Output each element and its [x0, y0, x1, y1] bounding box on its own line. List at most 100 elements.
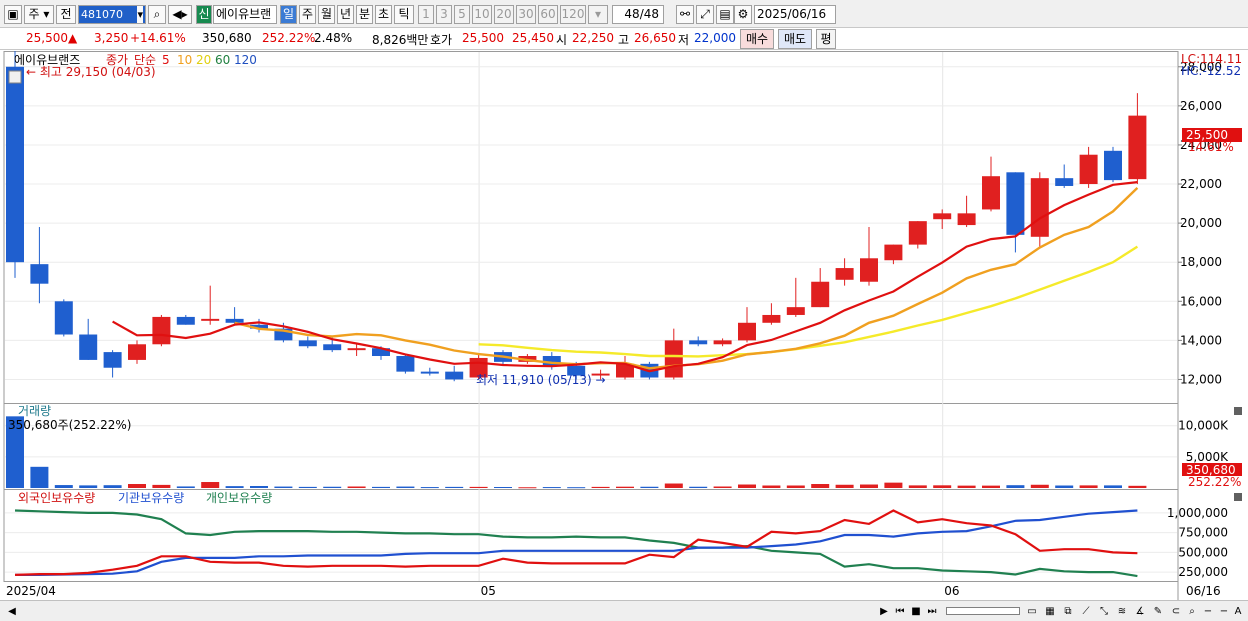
volume-bar	[201, 482, 220, 488]
candle	[689, 340, 708, 345]
chart-area[interactable]: 28,00026,00024,00022,00020,00018,00016,0…	[0, 51, 1248, 600]
volume-ratio: 252.22%	[262, 31, 316, 45]
scroll-bar[interactable]: ◀ ▶ ⏮ ■ ⏭ ▭ ▦ ⧉ ⟋ ⤡ ≋ ∡ ✎ ⊂ ⌕ − − A	[0, 600, 1248, 621]
period-second-button[interactable]: 초	[375, 5, 392, 24]
interval-1-button[interactable]: 1	[418, 5, 434, 24]
fib-tool-icon[interactable]: ≋	[1114, 604, 1130, 619]
candle	[835, 268, 854, 280]
counter-field[interactable]: 48/48	[612, 5, 664, 24]
volume-bar	[323, 486, 342, 488]
volume-bar	[1006, 485, 1025, 488]
layout-icon[interactable]: ▦	[1042, 604, 1058, 619]
volume-bar	[908, 485, 927, 488]
interval-10-button[interactable]: 10	[472, 5, 492, 24]
interval-20-button[interactable]: 20	[494, 5, 514, 24]
price-change-pct: +14.61%	[130, 31, 186, 45]
volume-bar	[567, 487, 586, 489]
candle	[323, 344, 342, 351]
volume-bar	[176, 486, 195, 488]
magnet-icon[interactable]: ⊂	[1168, 604, 1184, 619]
period-day-button[interactable]: 일	[280, 5, 297, 24]
interval-5-button[interactable]: 5	[454, 5, 470, 24]
legend-ma5: 5	[162, 53, 170, 67]
legend-ma20: 20	[196, 53, 211, 67]
volume-close-icon[interactable]	[1234, 407, 1242, 415]
price-tick-label: 22,000	[1180, 177, 1222, 191]
up-triangle-icon: ▲	[68, 31, 78, 45]
volume-bar	[933, 485, 952, 488]
stock-name-field[interactable]: 에이유브랜	[213, 5, 277, 24]
volume-bar	[664, 483, 683, 488]
copy-icon[interactable]: ⧉	[1060, 604, 1076, 619]
period-week-button[interactable]: 주	[299, 5, 316, 24]
rewind-icon[interactable]: ⏮	[892, 604, 908, 619]
holdings-close-icon[interactable]	[1234, 493, 1242, 501]
counter-total: /48	[639, 7, 659, 21]
price-tick-label: 12,000	[1180, 372, 1222, 386]
scroll-right-icon[interactable]: ▶	[876, 604, 892, 619]
period-minute-button[interactable]: 분	[356, 5, 373, 24]
stock-code-input[interactable]: 481070 ▾	[78, 5, 146, 24]
trend-tool-icon[interactable]: ⤡	[1096, 604, 1112, 619]
low-label: 저	[678, 33, 690, 47]
scroll-left-icon[interactable]: ◀	[4, 604, 20, 619]
zoom-slider[interactable]	[946, 607, 1020, 615]
buy-button[interactable]: 매수	[740, 29, 774, 49]
volume-bar	[274, 486, 293, 488]
interval-dropdown[interactable]: ▾	[588, 5, 608, 24]
volume-bar	[469, 486, 488, 488]
window-icon[interactable]: ▣	[4, 5, 22, 24]
interval-3-button[interactable]: 3	[436, 5, 452, 24]
speaker-icon[interactable]: ◀▸	[168, 5, 192, 24]
volume-tick-label: 5,000K	[1186, 450, 1229, 464]
candle	[176, 316, 195, 325]
market-select[interactable]: 주 ▾	[24, 5, 54, 24]
volume-bar	[689, 486, 708, 488]
gear-icon[interactable]: ⚙	[734, 5, 752, 24]
chevron-down-icon[interactable]: ▾	[137, 6, 143, 23]
period-month-button[interactable]: 월	[318, 5, 335, 24]
crosshair-icon[interactable]: ⤢	[696, 5, 714, 24]
save-icon[interactable]: ▤	[716, 5, 734, 24]
prev-button[interactable]: 전	[56, 5, 76, 24]
low-marker-text: 최저 11,910 (05/13)	[476, 373, 592, 387]
x-label: 2025/04	[6, 584, 56, 598]
legend-individual: 개인보유수량	[206, 491, 272, 505]
interval-30-button[interactable]: 30	[516, 5, 536, 24]
quote-bar: 25,500 ▲ 3,250 +14.61% 350,680 252.22% 2…	[0, 28, 1248, 50]
forward-icon[interactable]: ⏭	[924, 604, 940, 619]
price-change: 3,250	[94, 31, 129, 45]
volume-bar	[738, 484, 756, 488]
search-icon[interactable]: ⌕	[148, 5, 166, 24]
period-tick-button[interactable]: 틱	[394, 5, 414, 24]
chevron-down-icon: ▾	[594, 7, 602, 21]
volume-current: 350,680주(252.22%)	[8, 418, 131, 432]
stop-icon[interactable]: ■	[908, 604, 924, 619]
volume-bar	[640, 486, 659, 488]
drawing-tool-icon[interactable]: ▭	[1024, 604, 1040, 619]
volume-bar	[1055, 485, 1074, 488]
binoculars-icon[interactable]: ⚯	[676, 5, 694, 24]
line-tool-icon[interactable]: ⟋	[1078, 604, 1094, 619]
date-field[interactable]: 2025/06/16	[754, 5, 836, 24]
interval-60-button[interactable]: 60	[538, 5, 558, 24]
volume-bar	[396, 486, 415, 488]
last-volume-pct: 252.22%	[1188, 475, 1241, 489]
volume-bar	[811, 484, 830, 488]
font-size-icon[interactable]: A	[1230, 604, 1246, 619]
eval-button[interactable]: 평	[816, 29, 836, 49]
zoom-icon[interactable]: ⌕	[1184, 604, 1200, 619]
volume-bar	[54, 485, 73, 488]
interval-120-button[interactable]: 120	[560, 5, 586, 24]
volume-bar	[1079, 485, 1098, 488]
candle	[1128, 115, 1147, 180]
volume-bar	[616, 486, 634, 488]
legend-ma60: 60	[215, 53, 230, 67]
calendar-icon[interactable]	[8, 70, 22, 84]
pencil-icon[interactable]: ✎	[1150, 604, 1166, 619]
zoom-out-icon[interactable]: −	[1200, 604, 1216, 619]
candle	[6, 66, 24, 263]
angle-tool-icon[interactable]: ∡	[1132, 604, 1148, 619]
period-year-button[interactable]: 년	[337, 5, 354, 24]
sell-button[interactable]: 매도	[778, 29, 812, 49]
